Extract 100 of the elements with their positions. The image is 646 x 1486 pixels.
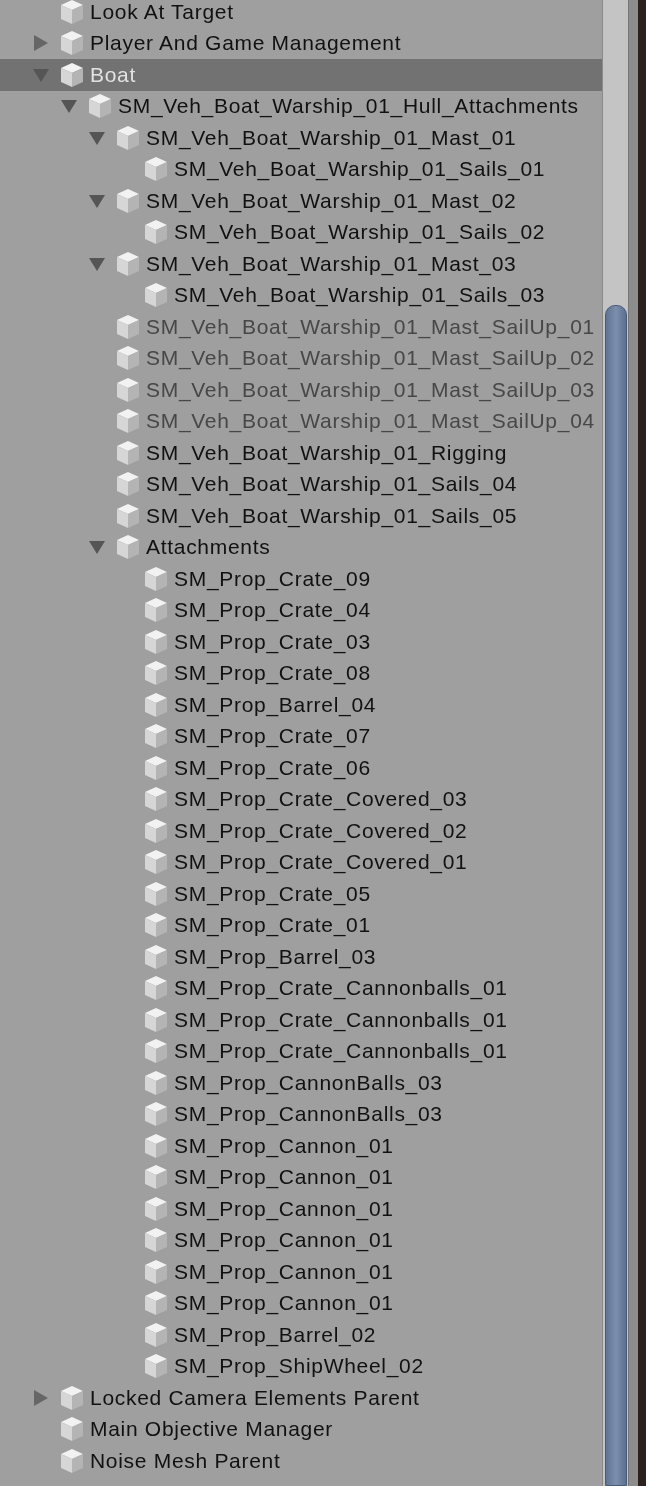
tree-row[interactable]: SM_Prop_Crate_Covered_01 (0, 846, 603, 878)
tree-row[interactable]: SM_Prop_Crate_05 (0, 878, 603, 910)
tree-row[interactable]: SM_Veh_Boat_Warship_01_Hull_Attachments (0, 90, 603, 122)
cube-icon (144, 691, 168, 718)
tree-row[interactable]: Attachments (0, 531, 603, 563)
collapsed-arrow-icon[interactable] (32, 1388, 50, 1407)
cube-icon (144, 1101, 168, 1128)
cube-icon (144, 880, 168, 907)
cube-icon (144, 943, 168, 970)
tree-row[interactable]: Player And Game Management (0, 27, 603, 59)
tree-row[interactable]: SM_Prop_Crate_06 (0, 752, 603, 784)
object-name: SM_Prop_Crate_09 (174, 566, 371, 591)
tree-row[interactable]: SM_Prop_CannonBalls_03 (0, 1067, 603, 1099)
scrollbar[interactable] (602, 0, 629, 1486)
cube-icon (144, 849, 168, 876)
tree-row[interactable]: SM_Prop_Barrel_04 (0, 689, 603, 721)
object-name: SM_Veh_Boat_Warship_01_Sails_02 (174, 220, 546, 245)
cube-icon (144, 754, 168, 781)
tree-row[interactable]: SM_Prop_Barrel_03 (0, 941, 603, 973)
object-name: SM_Veh_Boat_Warship_01_Rigging (146, 440, 508, 465)
tree-row[interactable]: SM_Prop_Crate_07 (0, 720, 603, 752)
object-name: SM_Prop_ShipWheel_02 (174, 1354, 424, 1379)
tree-row[interactable]: SM_Veh_Boat_Warship_01_Mast_01 (0, 122, 603, 154)
tree-row[interactable]: SM_Veh_Boat_Warship_01_Sails_04 (0, 468, 603, 500)
tree-row[interactable]: SM_Prop_Cannon_01 (0, 1130, 603, 1162)
tree-row[interactable]: SM_Prop_Crate_Covered_03 (0, 783, 603, 815)
tree-row[interactable]: SM_Veh_Boat_Warship_01_Sails_05 (0, 500, 603, 532)
cube-icon (88, 93, 112, 120)
cube-icon (144, 660, 168, 687)
cube-icon (144, 1321, 168, 1348)
tree-row[interactable]: SM_Prop_Cannon_01 (0, 1161, 603, 1193)
object-name: SM_Prop_Crate_Covered_03 (174, 787, 468, 812)
tree-row[interactable]: SM_Veh_Boat_Warship_01_Mast_02 (0, 185, 603, 217)
tree-row[interactable]: SM_Veh_Boat_Warship_01_Mast_SailUp_02 (0, 342, 603, 374)
object-name: SM_Prop_Crate_07 (174, 724, 371, 749)
object-name: SM_Veh_Boat_Warship_01_Mast_SailUp_01 (146, 314, 595, 339)
tree-row[interactable]: SM_Prop_Crate_08 (0, 657, 603, 689)
cube-icon (116, 471, 140, 498)
tree-row[interactable]: Noise Mesh Parent (0, 1445, 603, 1477)
tree-row[interactable]: Locked Camera Elements Parent (0, 1382, 603, 1414)
cube-icon (116, 345, 140, 372)
object-name: SM_Prop_Crate_08 (174, 661, 371, 686)
tree-row[interactable]: SM_Prop_Crate_03 (0, 626, 603, 658)
object-name: SM_Prop_Crate_Cannonballs_01 (174, 976, 508, 1001)
object-name: SM_Prop_Crate_03 (174, 629, 371, 654)
tree-row[interactable]: SM_Prop_Cannon_01 (0, 1193, 603, 1225)
cube-icon (144, 597, 168, 624)
object-name: SM_Prop_Crate_05 (174, 881, 371, 906)
cube-icon (144, 1290, 168, 1317)
tree-row[interactable]: SM_Veh_Boat_Warship_01_Mast_SailUp_03 (0, 374, 603, 406)
object-name: SM_Prop_Barrel_03 (174, 944, 377, 969)
tree-row[interactable]: SM_Veh_Boat_Warship_01_Rigging (0, 437, 603, 469)
cube-icon (144, 723, 168, 750)
cube-icon (116, 408, 140, 435)
object-name: SM_Prop_Crate_Cannonballs_01 (174, 1007, 508, 1032)
tree-row[interactable]: SM_Veh_Boat_Warship_01_Sails_01 (0, 153, 603, 185)
cube-icon (116, 376, 140, 403)
object-name: Locked Camera Elements Parent (90, 1385, 420, 1410)
tree-row[interactable]: SM_Veh_Boat_Warship_01_Mast_SailUp_04 (0, 405, 603, 437)
cube-icon (116, 502, 140, 529)
tree-row[interactable]: SM_Prop_CannonBalls_03 (0, 1098, 603, 1130)
tree-row[interactable]: SM_Prop_Crate_Cannonballs_01 (0, 1004, 603, 1036)
object-name: SM_Veh_Boat_Warship_01_Mast_SailUp_04 (146, 409, 595, 434)
collapsed-arrow-icon[interactable] (32, 34, 50, 53)
cube-icon (144, 565, 168, 592)
cube-icon (144, 1353, 168, 1380)
object-name: SM_Prop_Crate_Covered_02 (174, 818, 468, 843)
cube-icon (60, 61, 84, 88)
tree-row[interactable]: Boat (0, 59, 603, 91)
tree-row[interactable]: SM_Prop_Crate_Cannonballs_01 (0, 972, 603, 1004)
tree-row[interactable]: SM_Prop_Crate_09 (0, 563, 603, 595)
object-name: SM_Prop_Barrel_04 (174, 692, 377, 717)
object-name: SM_Prop_Cannon_01 (174, 1228, 394, 1253)
tree-row[interactable]: Look At Target (0, 0, 603, 28)
object-name: SM_Prop_CannonBalls_03 (174, 1070, 443, 1095)
tree-row[interactable]: SM_Veh_Boat_Warship_01_Mast_03 (0, 248, 603, 280)
tree-row[interactable]: SM_Prop_Crate_04 (0, 594, 603, 626)
tree-row[interactable]: SM_Veh_Boat_Warship_01_Mast_SailUp_01 (0, 311, 603, 343)
tree-row[interactable]: SM_Veh_Boat_Warship_01_Sails_02 (0, 216, 603, 248)
tree-row[interactable]: SM_Prop_Cannon_01 (0, 1256, 603, 1288)
cube-icon (60, 1416, 84, 1443)
tree-row[interactable]: SM_Prop_Crate_01 (0, 909, 603, 941)
object-name: Player And Game Management (90, 31, 402, 56)
cube-icon (144, 628, 168, 655)
tree-row[interactable]: SM_Prop_Crate_Covered_02 (0, 815, 603, 847)
object-name: SM_Prop_Cannon_01 (174, 1196, 394, 1221)
tree-row[interactable]: SM_Prop_Barrel_02 (0, 1319, 603, 1351)
cube-icon (60, 30, 84, 57)
tree-row[interactable]: SM_Veh_Boat_Warship_01_Sails_03 (0, 279, 603, 311)
cube-icon (60, 0, 84, 25)
tree-row[interactable]: SM_Prop_Cannon_01 (0, 1287, 603, 1319)
cube-icon (116, 313, 140, 340)
tree-row[interactable]: Main Objective Manager (0, 1413, 603, 1445)
object-name: SM_Prop_CannonBalls_03 (174, 1102, 443, 1127)
tree-row[interactable]: SM_Prop_Crate_Cannonballs_01 (0, 1035, 603, 1067)
tree-row[interactable]: SM_Prop_Cannon_01 (0, 1224, 603, 1256)
scrollbar-thumb[interactable] (605, 305, 628, 1486)
object-name: SM_Veh_Boat_Warship_01_Mast_02 (146, 188, 517, 213)
tree-row[interactable]: SM_Prop_ShipWheel_02 (0, 1350, 603, 1382)
object-name: Noise Mesh Parent (90, 1448, 281, 1473)
